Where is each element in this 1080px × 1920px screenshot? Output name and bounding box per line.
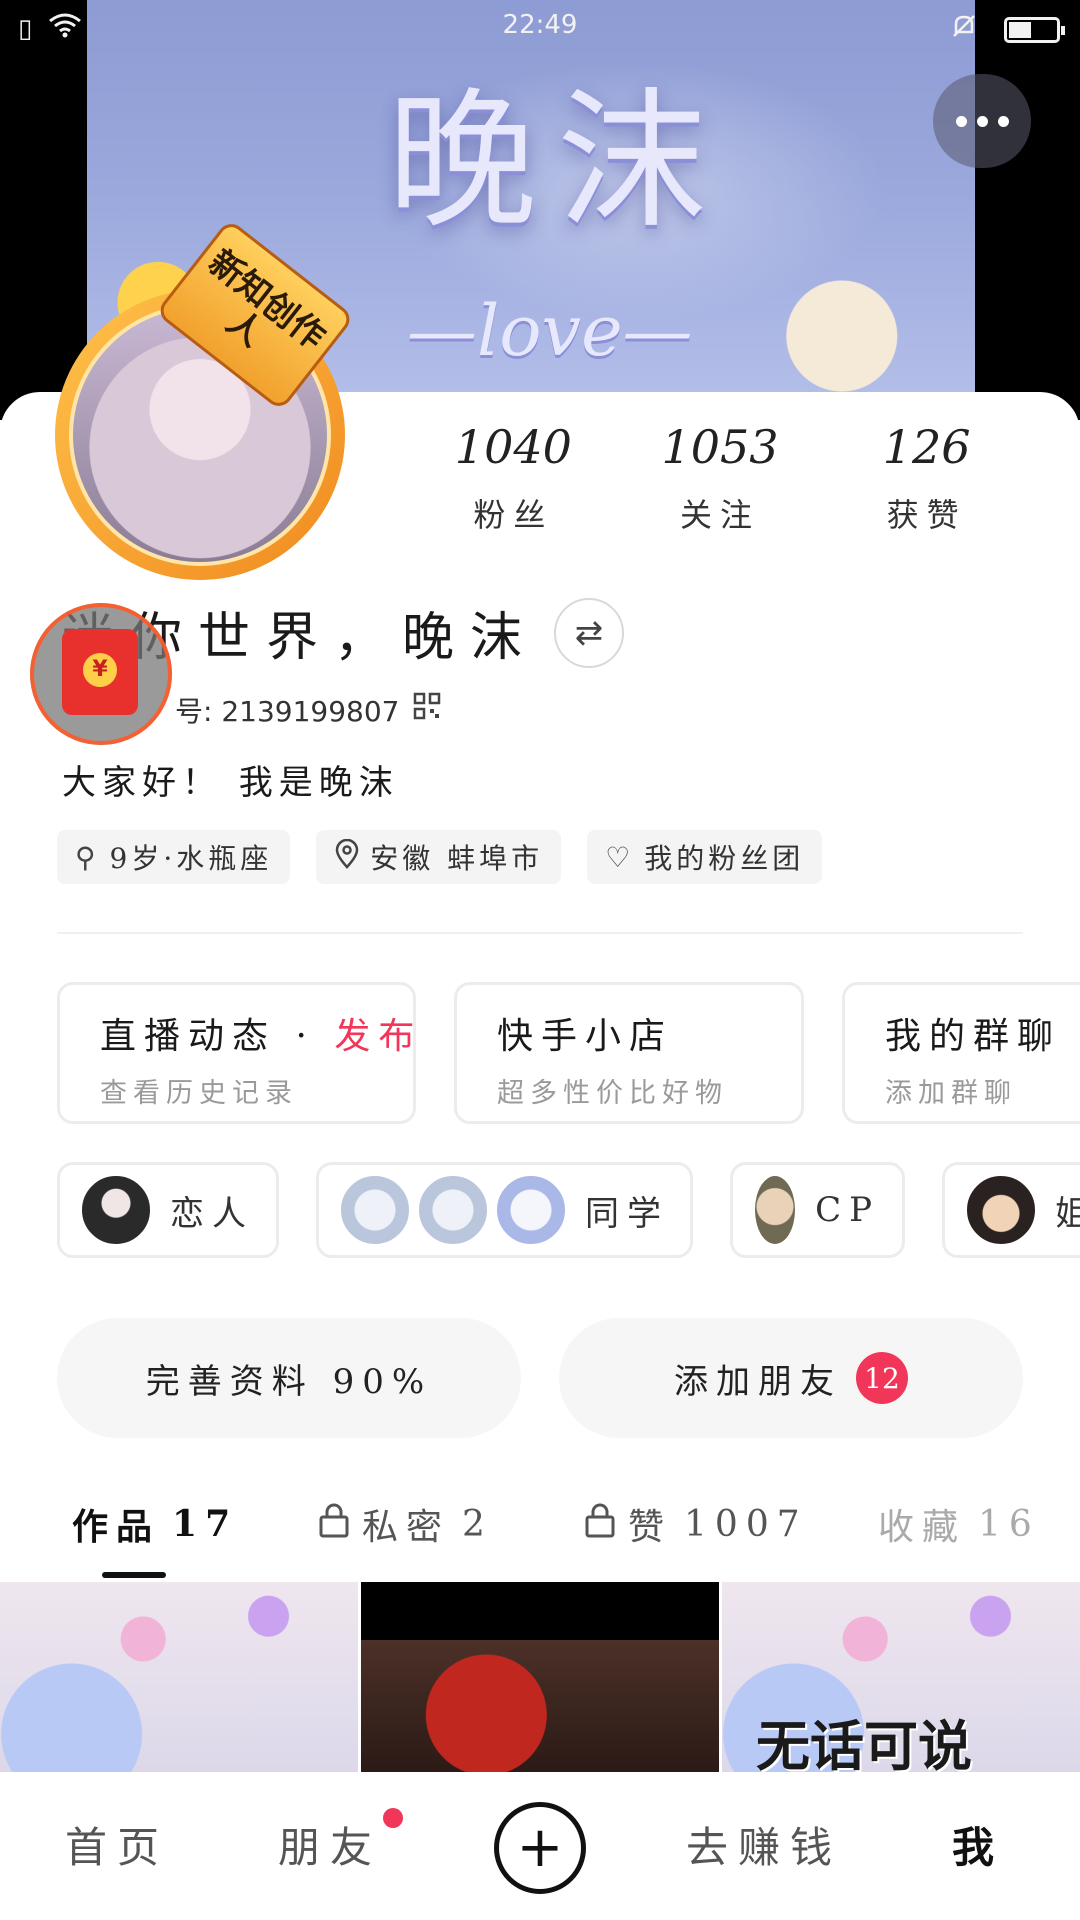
complete-profile-button[interactable]: 完善资料 90%: [57, 1318, 521, 1438]
mute-bell-icon: [950, 12, 978, 47]
tag-label: 安徽 蚌埠市: [370, 842, 544, 875]
tab-count: 1007: [684, 1503, 808, 1545]
relation-label: 同学: [585, 1193, 669, 1234]
tag-age-zodiac[interactable]: ⚲ 9岁·水瓶座: [57, 830, 291, 884]
bottom-nav: 首页 朋友 + 去赚钱 我: [0, 1772, 1080, 1920]
location-icon: [334, 838, 360, 876]
card-title: 我的群聊: [885, 1016, 1062, 1057]
battery-icon: [1004, 16, 1065, 43]
divider: [57, 932, 1023, 934]
video-thumbnail[interactable]: 无话可说: [722, 1582, 1080, 1772]
works-grid: 无话可说: [0, 1582, 1080, 1772]
profile-stats: 1040 粉丝 1053 关注 126 获赞: [410, 420, 1030, 536]
stat-fans[interactable]: 1040 粉丝: [410, 420, 617, 536]
plus-icon: +: [516, 1815, 564, 1880]
stat-value: 126: [882, 420, 971, 474]
friend-request-badge: 12: [856, 1352, 908, 1404]
stat-following[interactable]: 1053 关注: [617, 420, 824, 536]
stat-label: 关注: [680, 496, 761, 534]
avatar: [495, 1174, 567, 1246]
user-id-row[interactable]: 号: 2139199807: [175, 690, 441, 730]
profile-actions: 完善资料 90% 添加朋友 12: [57, 1318, 1023, 1438]
create-post-button[interactable]: +: [494, 1802, 586, 1894]
qr-code-icon[interactable]: [413, 692, 441, 728]
card-title: 直播动态 · 发布: [100, 1016, 423, 1057]
content-tabs: 作品 17 私密 2 赞 1007 收藏 16: [0, 1498, 1080, 1582]
more-options-button[interactable]: [933, 74, 1031, 168]
nav-earn[interactable]: 去赚钱: [686, 1814, 842, 1875]
relation-sister[interactable]: 姐: [942, 1162, 1080, 1258]
card-subtitle: 超多性价比好物: [497, 1078, 728, 1109]
nav-me[interactable]: 我: [952, 1814, 1004, 1875]
tab-label: 收藏: [878, 1507, 967, 1548]
stat-value: 1040: [454, 420, 572, 474]
avatar: [965, 1174, 1037, 1246]
relation-label: 恋人: [170, 1193, 254, 1234]
relation-cp[interactable]: CP: [730, 1162, 905, 1258]
card-group-chat[interactable]: 我的群聊 添加群聊: [842, 982, 1080, 1124]
card-kuaishou-shop[interactable]: 快手小店 超多性价比好物: [454, 982, 804, 1124]
avatar: [80, 1174, 152, 1246]
nav-home[interactable]: 首页: [65, 1814, 169, 1875]
avatar: [417, 1174, 489, 1246]
gender-icon: ⚲: [75, 840, 100, 874]
add-friends-button[interactable]: 添加朋友 12: [559, 1318, 1023, 1438]
switch-account-button[interactable]: ⇄: [554, 597, 625, 668]
tab-likes[interactable]: 赞 1007: [584, 1498, 808, 1550]
stat-label: 获赞: [886, 496, 967, 534]
relation-label: 姐: [1055, 1186, 1080, 1235]
banner-subtitle: —love—: [407, 290, 693, 372]
tab-works[interactable]: 作品 17: [72, 1498, 238, 1550]
card-subtitle: 查看历史记录: [100, 1078, 298, 1109]
button-label: 完善资料 90%: [145, 1361, 433, 1402]
active-tab-indicator: [102, 1572, 166, 1578]
tab-favorites[interactable]: 收藏 16: [878, 1498, 1040, 1550]
card-live-moments[interactable]: 直播动态 · 发布 查看历史记录: [57, 982, 416, 1124]
feature-cards: 直播动态 · 发布 查看历史记录 快手小店 超多性价比好物 我的群聊 添加群聊: [57, 982, 1080, 1127]
tag-label: 我的粉丝团: [644, 842, 805, 875]
tab-private[interactable]: 私密 2: [318, 1498, 493, 1550]
publish-link[interactable]: 发布: [334, 1016, 422, 1057]
avatar: [339, 1174, 411, 1246]
bio[interactable]: 大家好！ 我是晚沫: [62, 755, 399, 804]
lock-icon: [318, 1502, 350, 1547]
nav-friends[interactable]: 朋友: [278, 1814, 382, 1875]
tag-fan-club[interactable]: ♡ 我的粉丝团: [587, 830, 823, 884]
relation-classmate[interactable]: 同学: [316, 1162, 693, 1258]
button-label: 添加朋友: [674, 1361, 842, 1402]
profile-tags: ⚲ 9岁·水瓶座 安徽 蚌埠市 ♡ 我的粉丝团: [57, 830, 823, 884]
user-id: 号: 2139199807: [175, 695, 400, 728]
relation-label: CP: [815, 1190, 880, 1230]
relationship-chips: 恋人 同学 CP 姐: [57, 1162, 1080, 1260]
tab-label: 赞: [628, 1507, 673, 1548]
tab-label: 作品: [72, 1506, 161, 1548]
notification-dot: [383, 1808, 403, 1828]
video-thumbnail[interactable]: [0, 1582, 358, 1772]
stat-likes[interactable]: 126 获赞: [823, 420, 1030, 536]
swap-icon: ⇄: [574, 612, 604, 653]
heart-icon: ♡: [605, 840, 635, 874]
banner-title: 晚沫: [387, 75, 728, 249]
video-thumbnail[interactable]: [361, 1582, 719, 1772]
card-title: 快手小店: [497, 1016, 674, 1057]
stat-value: 1053: [661, 420, 779, 474]
red-packet-button[interactable]: ¥: [30, 603, 172, 745]
tag-label: 9岁·水瓶座: [109, 842, 273, 875]
tab-label: 私密: [362, 1507, 451, 1548]
thumbnail-caption: 无话可说: [756, 1715, 972, 1772]
status-bar: ▯ 22:49: [0, 0, 1080, 52]
lock-icon: [584, 1502, 616, 1547]
tab-count: 2: [462, 1503, 493, 1545]
avatar: [753, 1174, 798, 1246]
stat-label: 粉丝: [473, 496, 554, 534]
tab-count: 17: [172, 1503, 239, 1545]
card-subtitle: 添加群聊: [885, 1078, 1017, 1109]
status-time: 22:49: [502, 10, 578, 40]
relation-lover[interactable]: 恋人: [57, 1162, 279, 1258]
tag-location[interactable]: 安徽 蚌埠市: [316, 830, 562, 884]
tab-count: 16: [978, 1503, 1040, 1545]
